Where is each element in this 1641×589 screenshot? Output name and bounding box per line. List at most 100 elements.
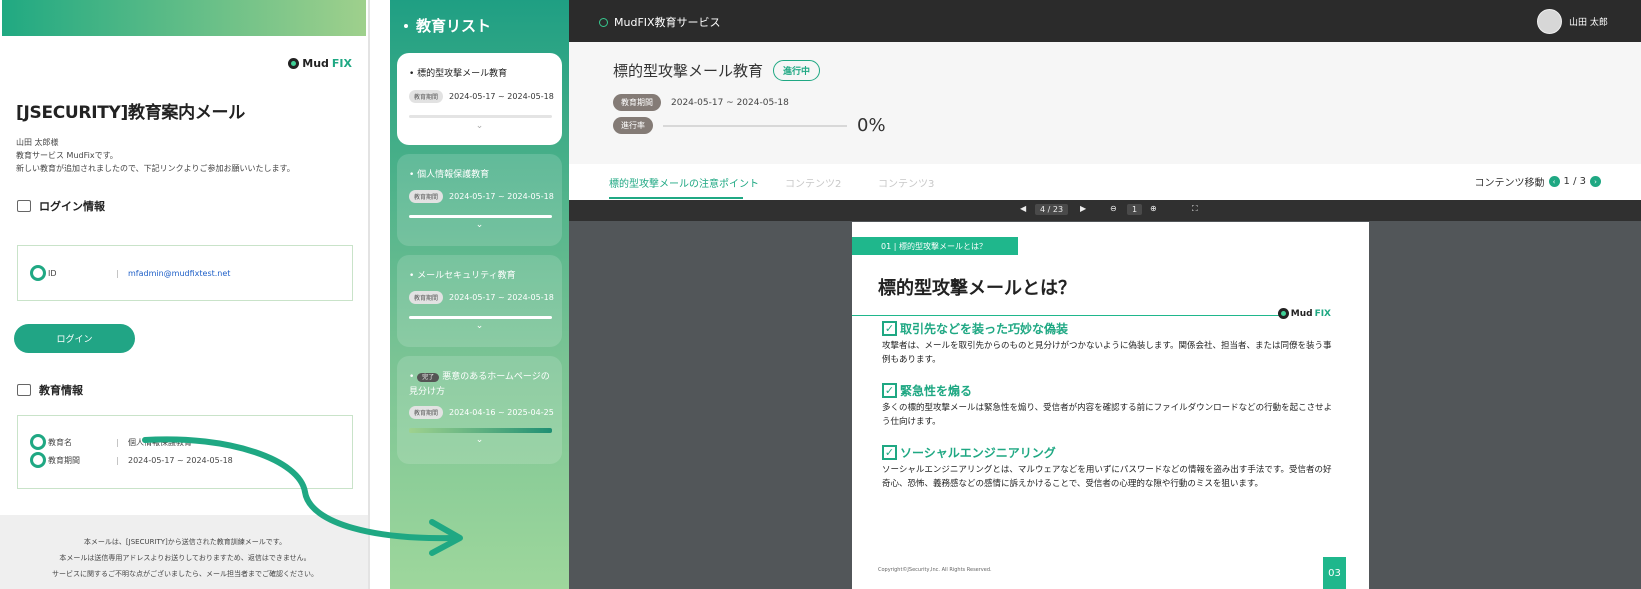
period-pill: 教育期間 (409, 291, 444, 304)
login-button[interactable]: ログイン (14, 324, 135, 353)
mudfix-logo-icon (1277, 308, 1289, 319)
edu-card-title: • 標的型攻撃メール教育 (409, 69, 508, 79)
slide-point-title-text: 取引先などを装った巧妙な偽装 (900, 322, 1069, 336)
id-ring-icon (30, 265, 46, 281)
course-label: 教育名 (48, 437, 72, 447)
period-pill: 教育期間 (613, 94, 661, 111)
edu-card-period: 教育期間 2024-05-17 ~ 2024-05-18 (409, 291, 554, 304)
slide-point-body: ソーシャルエンジニアリングとは、マルウェアなどを用いずにパスワードなどの情報を盗… (882, 465, 1332, 489)
pdf-toolbar: ◀ 4 / 23 ▶ ⊖ 1 ⊕ ⛶ (569, 200, 1641, 221)
period-value: 2024-05-17 ~ 2024-05-18 (128, 455, 233, 465)
slide-point: ✓ 取引先などを装った巧妙な偽装 攻撃者は、メールを取引先からのものと見分けがつか… (882, 320, 1339, 367)
zoom-in-icon[interactable]: ⊕ (1150, 204, 1157, 213)
email-title: [JSECURITY]教育案内メール (16, 103, 245, 123)
course-title: 標的型攻撃メール教育 (613, 62, 764, 80)
zoom-level[interactable]: 1 (1127, 204, 1143, 215)
period-pill: 教育期間 (409, 406, 444, 419)
next-page-icon[interactable]: ▶ (1080, 204, 1086, 213)
bullet-icon (404, 23, 408, 28)
email-footer: 本メールは、[JSECURITY]から送信された教育訓練メールです。 本メールは… (0, 515, 368, 589)
course-period-row: 教育期間 2024-05-17 ~ 2024-05-18 (613, 94, 789, 111)
edu-card-period: 教育期間 2024-05-17 ~ 2024-05-18 (409, 190, 554, 203)
service-title: MudFIX教育サービス (599, 14, 721, 30)
chevron-down-icon[interactable]: ⌄ (397, 435, 562, 445)
avatar[interactable] (1537, 9, 1562, 34)
edu-card-period-value: 2024-05-17 ~ 2024-05-18 (449, 192, 554, 201)
content-nav-page: 1 / 3 (1563, 176, 1586, 187)
active-tab-underline (609, 197, 743, 199)
slide-rule (852, 315, 1282, 316)
checkbox-icon: ✓ (882, 383, 897, 398)
edu-card-title: • 個人情報保護教育 (409, 170, 490, 180)
course-title-row: 標的型攻撃メール教育 進行中 (613, 60, 821, 81)
chevron-down-icon[interactable]: ⌄ (397, 220, 562, 230)
login-info-box: ID | mfadmin@mudfixtest.net (17, 245, 353, 301)
chevron-left-icon[interactable]: ‹ (1548, 176, 1560, 187)
content-nav: コンテンツ移動 ‹ 1 / 3 › (1475, 174, 1601, 189)
slide-point: ✓ ソーシャルエンジニアリング ソーシャルエンジニアリングとは、マルウェアなどを用… (882, 444, 1339, 491)
zoom-out-icon[interactable]: ⊖ (1110, 204, 1117, 213)
edu-card-2[interactable]: • メールセキュリティ教育 教育期間 2024-05-17 ~ 2024-05-… (397, 255, 562, 347)
edu-card-progress-complete (409, 428, 552, 433)
edu-card-1[interactable]: • 個人情報保護教育 教育期間 2024-05-17 ~ 2024-05-18 … (397, 154, 562, 246)
edu-info-heading: 教育情報 (17, 382, 83, 398)
period-label: 教育期間 (48, 455, 80, 465)
email-panel: Mud FIX [JSECURITY]教育案内メール 山田 太郎様 教育サービス … (0, 0, 370, 589)
service-circle-icon (599, 17, 608, 27)
slide-copyright: Copyright©JSecurity,Inc. All Rights Rese… (878, 567, 992, 573)
edu-card-title: • メールセキュリティ教育 (409, 271, 516, 281)
screenshot-root: Mud FIX [JSECURITY]教育案内メール 山田 太郎様 教育サービス … (0, 0, 1641, 589)
edu-info-box: 教育名 | 個人情報保護教育 教育期間 | 2024-05-17 ~ 2024-… (17, 415, 353, 489)
page-indicator[interactable]: 4 / 23 (1035, 204, 1069, 215)
tab-content-1[interactable]: 標的型攻撃メールの注意ポイント (609, 175, 759, 190)
prev-page-icon[interactable]: ◀ (1020, 204, 1026, 213)
education-list-heading: 教育リスト (416, 17, 492, 35)
period-row: 教育期間 | 2024-05-17 ~ 2024-05-18 (30, 452, 233, 468)
course-header: 標的型攻撃メール教育 進行中 教育期間 2024-05-17 ~ 2024-05… (569, 42, 1641, 164)
edu-card-progress (409, 115, 552, 118)
course-period: 2024-05-17 ~ 2024-05-18 (671, 97, 789, 108)
progress-percent: 0% (857, 115, 886, 136)
edu-card-progress (409, 316, 552, 319)
fullscreen-icon[interactable]: ⛶ (1192, 204, 1198, 214)
progress-bar (663, 124, 847, 127)
slide-section-tag: 01 | 標的型攻撃メールとは？ (852, 237, 1018, 255)
greeting-line: 山田 太郎様 (16, 138, 59, 147)
slide-point-title: ✓ 取引先などを装った巧妙な偽装 (882, 320, 1339, 337)
greeting-line: 新しい教育が追加されましたので、下記リンクよりご参加お願いいたします。 (16, 164, 295, 173)
period-pill: 教育期間 (409, 190, 444, 203)
chevron-right-icon[interactable]: › (1590, 176, 1601, 187)
chevron-down-icon[interactable]: ⌄ (397, 121, 562, 131)
logo-text-fix: FIX (1314, 308, 1331, 319)
checkbox-icon: ✓ (882, 321, 897, 336)
slide-point-title: ✓ ソーシャルエンジニアリング (882, 444, 1339, 461)
edu-card-period-value: 2024-04-16 ~ 2025-04-25 (449, 408, 554, 417)
user-name[interactable]: 山田 太郎 (1569, 15, 1608, 28)
id-card-icon (17, 200, 31, 212)
status-badge: 進行中 (773, 60, 821, 81)
logo-text-mud: Mud (302, 57, 329, 70)
slide-heading: 標的型攻撃メールとは？ (878, 278, 1076, 299)
slide-point-body: 多くの標的型攻撃メールは緊急性を煽り、受信者が内容を確認する前にファイルダウンロ… (882, 403, 1333, 427)
service-name: MudFIX教育サービス (614, 16, 721, 29)
tab-content-3[interactable]: コンテンツ3 (878, 175, 934, 190)
logo-text-fix: FIX (331, 57, 352, 70)
mudfix-logo: Mud FIX (288, 57, 352, 70)
tab-content-2[interactable]: コンテンツ2 (785, 175, 841, 190)
greeting-line: 教育サービス MudFixです。 (16, 151, 118, 160)
id-label: ID (48, 268, 57, 278)
edu-card-title-text: 個人情報保護教育 (417, 170, 490, 180)
edu-card-3[interactable]: • 完了 悪意のあるホームページの見分け方 教育期間 2024-04-16 ~ 2… (397, 356, 562, 464)
id-row: ID | mfadmin@mudfixtest.net (30, 265, 230, 281)
email-header-bar (2, 0, 366, 36)
id-value-link[interactable]: mfadmin@mudfixtest.net (128, 269, 230, 278)
edu-card-title-text: メールセキュリティ教育 (417, 271, 516, 281)
mudfix-logo-icon (288, 58, 300, 69)
chevron-down-icon[interactable]: ⌄ (397, 321, 562, 331)
edu-card-0[interactable]: • 標的型攻撃メール教育 教育期間 2024-05-17 ~ 2024-05-1… (397, 53, 562, 145)
top-bar: MudFIX教育サービス 山田 太郎 (569, 0, 1641, 42)
logo-text-mud: Mud (1290, 308, 1313, 319)
login-info-heading: ログイン情報 (17, 198, 105, 214)
content-tabs: 標的型攻撃メールの注意ポイント コンテンツ2 コンテンツ3 コンテンツ移動 ‹ … (569, 164, 1641, 200)
separator: | (116, 437, 119, 447)
